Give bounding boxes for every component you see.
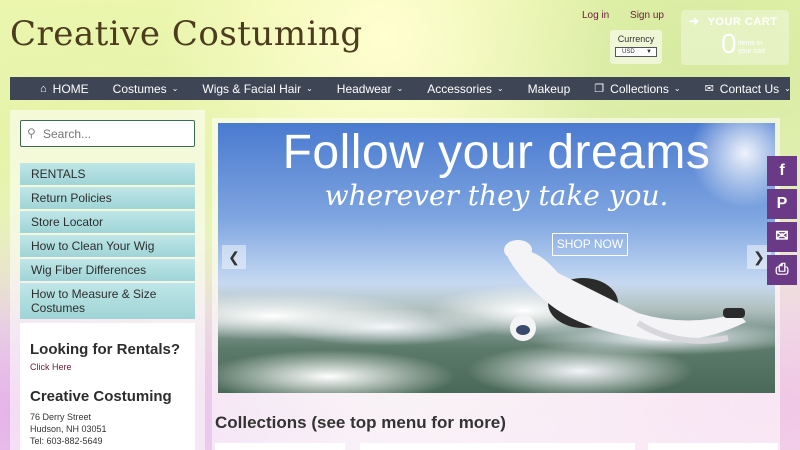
- chevron-down-icon: ⌄: [396, 84, 404, 93]
- banner-headline: Follow your dreams: [282, 126, 711, 179]
- nav-collections-label: Collections: [610, 81, 669, 96]
- search-box: ⚲: [20, 120, 195, 147]
- sidebar-item-return-policies[interactable]: Return Policies: [20, 187, 195, 209]
- nav-makeup-label: Makeup: [527, 81, 571, 96]
- sidebar-item-clean-wig[interactable]: How to Clean Your Wig: [20, 235, 195, 257]
- address-line3: Tel: 603-882-5649: [30, 436, 103, 446]
- store-info: Looking for Rentals? Click Here Creative…: [20, 323, 195, 450]
- nav-collections[interactable]: ❐ Collections ⌄: [582, 82, 692, 96]
- main-content: Follow your dreams wherever they take yo…: [212, 118, 780, 450]
- search-icon: ⚲: [27, 126, 36, 140]
- rentals-link[interactable]: Click Here: [30, 362, 185, 372]
- shop-now-button[interactable]: SHOP NOW: [552, 233, 628, 256]
- collections-icon: ❐: [594, 83, 605, 95]
- cart-title: YOUR CART: [707, 16, 778, 28]
- nav-accessories[interactable]: Accessories ⌄: [415, 82, 515, 96]
- nav-costumes-label: Costumes: [112, 81, 167, 96]
- caret-down-icon: ▼: [646, 49, 652, 55]
- currency-label: Currency: [617, 34, 655, 44]
- chevron-down-icon: ⌄: [673, 84, 681, 93]
- facebook-icon[interactable]: f: [767, 156, 797, 186]
- home-icon: ⌂: [40, 82, 47, 95]
- collection-card[interactable]: [648, 443, 778, 450]
- sidebar-menu: RENTALS Return Policies Store Locator Ho…: [20, 163, 195, 321]
- hero-banner[interactable]: Follow your dreams wherever they take yo…: [218, 123, 775, 393]
- signup-link[interactable]: Sign up: [630, 10, 664, 21]
- sidebar-item-store-locator[interactable]: Store Locator: [20, 211, 195, 233]
- cart-count: 0: [721, 28, 737, 59]
- nav-headwear-label: Headwear: [336, 81, 392, 96]
- skydiver-illustration: [504, 240, 746, 344]
- email-icon[interactable]: ✉: [767, 222, 797, 252]
- nav-home-label: HOME: [52, 81, 89, 96]
- nav-accessories-label: Accessories: [427, 81, 492, 96]
- cart-subtitle-line2: your cart: [738, 48, 766, 55]
- login-link[interactable]: Log in: [582, 10, 609, 21]
- nav-home[interactable]: ⌂ HOME: [10, 82, 101, 96]
- store-address: 76 Derry Street Hudson, NH 03051 Tel: 60…: [30, 411, 185, 447]
- chevron-down-icon: ⌄: [306, 84, 313, 93]
- address-line2: Hudson, NH 03051: [30, 424, 107, 434]
- nav-contact[interactable]: ✉ Contact Us ⌄: [693, 82, 800, 96]
- store-heading: Creative Costuming: [30, 388, 172, 405]
- sidebar-item-wig-fiber[interactable]: Wig Fiber Differences: [20, 259, 195, 281]
- main-nav: ⌂ HOME Costumes ⌄ Wigs & Facial Hair ⌄ Hea…: [10, 77, 791, 100]
- search-input[interactable]: [43, 124, 191, 143]
- sidebar-item-measure-size[interactable]: How to Measure & Size Costumes: [20, 283, 195, 319]
- rentals-heading: Looking for Rentals?: [30, 341, 180, 358]
- cart-widget[interactable]: ➜ YOUR CART 0 items in your cart: [681, 10, 789, 65]
- banner-tagline: wherever they take you.: [324, 179, 669, 212]
- collections-heading: Collections (see top menu for more): [215, 413, 506, 432]
- cart-subtitle-line1: items in: [738, 40, 763, 47]
- print-icon[interactable]: ⎙: [767, 255, 797, 285]
- chevron-down-icon: ⌄: [496, 84, 504, 93]
- sidebar-item-rentals[interactable]: RENTALS: [20, 163, 195, 185]
- arrow-right-icon: ➜: [689, 14, 700, 28]
- cart-subtitle: items in your cart: [738, 40, 765, 56]
- chevron-down-icon: ⌄: [784, 84, 791, 93]
- nav-costumes[interactable]: Costumes ⌄: [101, 82, 191, 96]
- currency-value: USD: [622, 49, 635, 55]
- chevron-left-icon[interactable]: ❮: [222, 245, 246, 269]
- nav-makeup[interactable]: Makeup: [516, 82, 583, 96]
- nav-wigs-label: Wigs & Facial Hair: [202, 81, 302, 96]
- envelope-icon: ✉: [704, 83, 714, 95]
- cart-header: ➜ YOUR CART: [689, 14, 777, 28]
- pinterest-icon[interactable]: P: [767, 189, 797, 219]
- currency-selector: Currency USD ▼: [610, 30, 662, 64]
- nav-contact-label: Contact Us: [719, 81, 780, 96]
- collection-card[interactable]: [360, 443, 635, 450]
- address-line1: 76 Derry Street: [30, 412, 92, 422]
- sidebar: ⚲ RENTALS Return Policies Store Locator …: [10, 110, 205, 450]
- site-title[interactable]: Creative Costuming: [10, 14, 363, 54]
- currency-select[interactable]: USD ▼: [615, 47, 657, 57]
- nav-headwear[interactable]: Headwear ⌄: [325, 82, 415, 96]
- nav-wigs[interactable]: Wigs & Facial Hair ⌄: [190, 82, 324, 96]
- chevron-down-icon: ⌄: [171, 84, 179, 93]
- collection-card[interactable]: [215, 443, 345, 450]
- account-links: Log in Sign up: [582, 10, 682, 21]
